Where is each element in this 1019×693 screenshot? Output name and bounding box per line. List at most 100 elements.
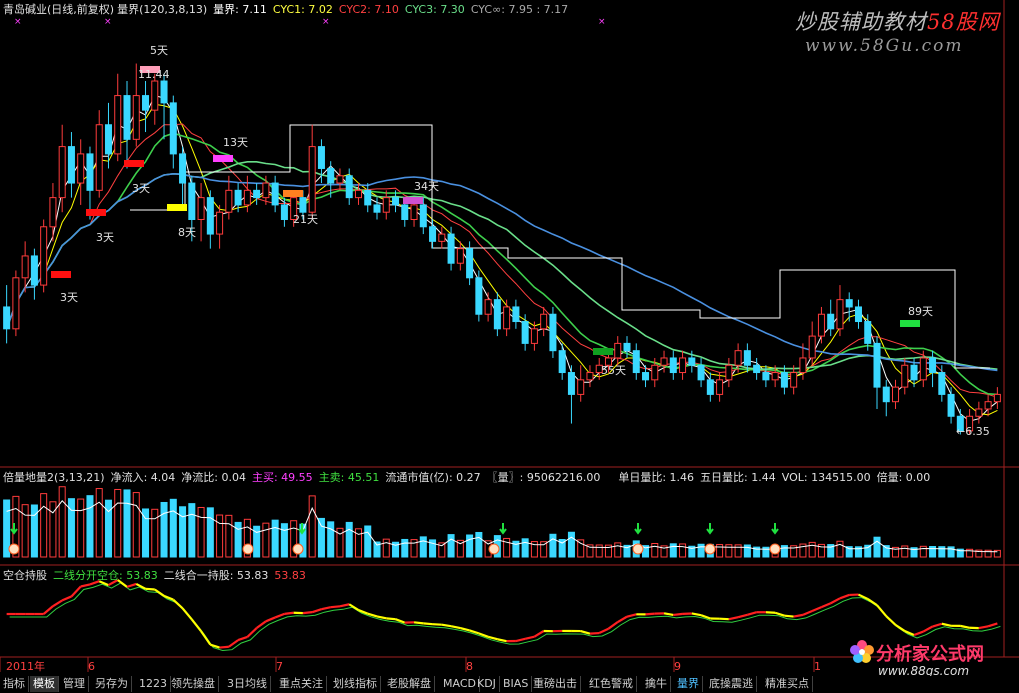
tab-indicator[interactable]: 指标	[0, 676, 29, 692]
signal-block	[167, 204, 187, 211]
signal-block	[283, 190, 303, 197]
hold-line-segment	[80, 583, 91, 588]
tab-bias[interactable]: BIAS	[500, 676, 533, 692]
hold-line-segment	[302, 611, 313, 615]
double-volume-marker	[632, 543, 644, 555]
hold-line-segment	[450, 625, 461, 630]
hold-line-segment	[821, 602, 832, 609]
volume-bar	[521, 538, 529, 558]
hold-line-segment	[932, 622, 943, 628]
volume-bar	[308, 495, 316, 558]
tab-red-alert[interactable]: 红色警戒	[586, 676, 637, 692]
stock-chart: × × × ×	[0, 0, 1019, 672]
day-label: 34天	[414, 180, 439, 193]
double-volume-marker	[769, 543, 781, 555]
volume-bar	[919, 545, 927, 558]
candle-body	[345, 175, 353, 199]
candle-body	[929, 357, 937, 374]
candle-body	[466, 248, 474, 279]
hold-line-segment	[172, 598, 184, 610]
indicator-name: 量界(120,3,8,13)	[117, 3, 208, 16]
net-inflow: 净流入: 4.04	[110, 471, 176, 484]
hold-line-segment	[728, 616, 739, 621]
tab-manage[interactable]: 管理	[60, 676, 89, 692]
volume-bar	[697, 543, 705, 558]
moving-average-lines	[5, 95, 998, 422]
tab-template[interactable]: 模板	[30, 676, 59, 692]
tab-old-stock[interactable]: 老股解盘	[384, 676, 435, 692]
hold-line-segment	[737, 613, 748, 619]
candle-body	[86, 153, 94, 191]
candle-body	[3, 306, 11, 330]
candle-body	[660, 357, 668, 366]
candle-body	[484, 299, 492, 315]
volume-bar	[206, 507, 214, 558]
hold-line-segment	[515, 637, 526, 643]
candle-body	[827, 313, 835, 330]
volume-amount: 〖量〗: 95062216.00	[486, 471, 601, 484]
peak-label: 11.44	[138, 68, 170, 81]
axis-year: 2011年	[6, 660, 45, 673]
tab-liangjie[interactable]: 量界	[674, 676, 703, 692]
volume-bar	[419, 536, 427, 558]
signal-block	[51, 271, 71, 278]
net-ratio: 净流比: 0.04	[181, 471, 246, 484]
candle-body	[336, 175, 344, 184]
hold-line-segment	[811, 606, 822, 613]
volume-bar	[780, 545, 788, 558]
candle-body	[104, 124, 112, 155]
volume-bar	[475, 531, 483, 558]
candle-body	[864, 321, 872, 344]
tab-precise-buy[interactable]: 精准买点	[762, 676, 813, 692]
tab-lead[interactable]: 领先操盘	[168, 676, 219, 692]
low-label: ←6.35	[956, 425, 990, 438]
tab-3day-ma[interactable]: 3日均线	[224, 676, 271, 692]
hold-line-segment	[894, 624, 906, 632]
tab-save-as[interactable]: 另存为	[92, 676, 132, 692]
volume-bar	[679, 543, 687, 558]
volume-bar	[725, 544, 733, 558]
hold-line-segment	[793, 613, 804, 618]
candle-body	[123, 95, 131, 140]
top-marker: ×	[104, 17, 112, 27]
candle-body	[614, 342, 622, 359]
candle-body	[873, 342, 881, 388]
volume-bar	[743, 544, 751, 558]
volume-bar	[40, 493, 48, 558]
candle-body	[410, 204, 418, 220]
candle-body	[521, 321, 529, 344]
candle-body	[40, 226, 48, 286]
volume-bar	[77, 498, 85, 558]
hold-line-segment	[941, 622, 952, 627]
candle-body	[679, 357, 687, 374]
day-label: 3天	[60, 291, 78, 304]
axis-month: 7	[276, 660, 283, 673]
volume-bars	[3, 486, 1001, 558]
tab-draw-line[interactable]: 划线指标	[330, 676, 381, 692]
tab-catch-bull[interactable]: 擒牛	[642, 676, 671, 692]
tab-bottom[interactable]: 底操震逃	[706, 676, 757, 692]
tab-heavy[interactable]: 重磅出击	[530, 676, 581, 692]
main-buy: 主买: 49.55	[251, 471, 313, 484]
watermark-red: 58股网	[927, 10, 1000, 34]
tab-kdj[interactable]: KDJ	[474, 676, 500, 692]
signal-block	[213, 155, 233, 162]
candle-body	[95, 124, 103, 191]
volume-bar	[197, 506, 205, 558]
signal-block	[403, 197, 423, 204]
candle-body	[780, 372, 788, 388]
low-label-value: 6.35	[965, 425, 990, 438]
liangjie-value: 量界: 7.11	[213, 3, 267, 16]
hold-line-segment	[663, 612, 674, 617]
tab-1223[interactable]: 1223	[136, 676, 171, 692]
candle-body	[503, 306, 511, 330]
volume-bar	[669, 543, 677, 558]
candle-body	[919, 357, 927, 381]
hold-line-segment	[441, 623, 452, 628]
candle-body	[151, 80, 159, 111]
volume-bar	[280, 523, 288, 558]
top-marker: ×	[322, 17, 330, 27]
tab-focus[interactable]: 重点关注	[276, 676, 327, 692]
hold-line-segment	[460, 626, 470, 632]
double-volume-marker	[8, 543, 20, 555]
